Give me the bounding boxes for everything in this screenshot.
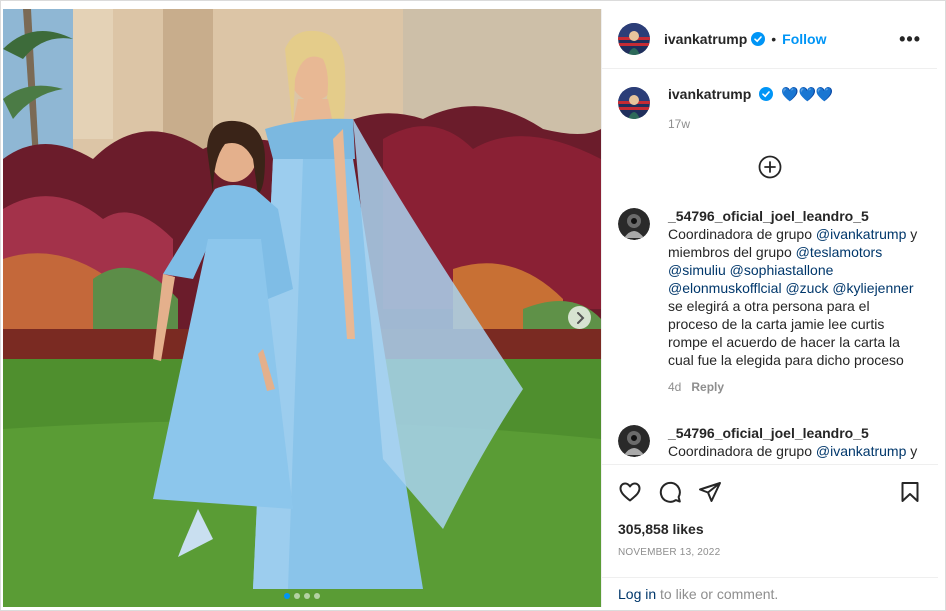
post-date: NOVEMBER 13, 2022: [618, 547, 721, 558]
paper-plane-icon[interactable]: [698, 480, 722, 504]
chevron-right-icon: [576, 311, 584, 324]
caption-text: 💙💙💙: [781, 86, 834, 102]
header-separator: •: [771, 30, 777, 47]
post-photo[interactable]: [3, 9, 601, 607]
mention-link[interactable]: @kyliejenner: [832, 280, 913, 296]
more-horizontal-icon[interactable]: •••: [899, 30, 921, 48]
avatar[interactable]: [618, 87, 650, 119]
avatar[interactable]: [618, 22, 650, 55]
header-username[interactable]: ivankatrump: [664, 31, 747, 47]
avatar[interactable]: [618, 208, 650, 240]
mention-link[interactable]: @ivankatrump: [816, 226, 906, 242]
mention-link[interactable]: @zuck: [785, 280, 828, 296]
heart-icon[interactable]: [618, 480, 642, 504]
comment-body: _54796_oficial_joel_leandro_5 Coordinador…: [668, 207, 922, 396]
comment-text-segment: Coordinadora de grupo: [668, 226, 816, 242]
comment-text: Coordinadora de grupo @ivankatrump y mie…: [668, 225, 922, 369]
post-caption: ivankatrump 💙💙💙 17w: [602, 70, 938, 131]
login-prompt: Log in to like or comment.: [602, 577, 938, 607]
avatar[interactable]: [618, 425, 650, 457]
follow-button[interactable]: Follow: [782, 31, 826, 47]
mention-link[interactable]: @teslamotors: [796, 461, 883, 463]
caption-body: ivankatrump 💙💙💙 17w: [668, 86, 833, 131]
bookmark-icon[interactable]: [898, 480, 922, 504]
comment-item: _54796_oficial_joel_leandro_5 Coordinador…: [602, 424, 938, 463]
carousel-dot: [304, 593, 310, 599]
reply-button[interactable]: Reply: [691, 380, 724, 394]
login-prompt-text: to like or comment.: [656, 586, 779, 602]
comment-text-segment: se elegirá a otra persona para el proces…: [668, 298, 904, 368]
mention-link[interactable]: @sophiastallone: [730, 262, 834, 278]
comment-thread: _54796_oficial_joel_leandro_5 Coordinador…: [602, 207, 938, 463]
mention-link[interactable]: @elonmuskofflcial: [668, 280, 782, 296]
caption-username[interactable]: ivankatrump: [668, 86, 751, 102]
mention-link[interactable]: @ivankatrump: [816, 443, 906, 459]
comment-body: _54796_oficial_joel_leandro_5 Coordinador…: [668, 424, 922, 463]
comment-text: Coordinadora de grupo @ivankatrump y mie…: [668, 442, 922, 463]
caption-timestamp[interactable]: 17w: [668, 117, 833, 131]
verified-badge-icon: [751, 31, 766, 46]
comment-icon[interactable]: [658, 480, 682, 504]
carousel-dot: [284, 593, 290, 599]
carousel-dot: [294, 593, 300, 599]
post-side-panel: ivankatrump • Follow ••• ivankatrump 💙💙💙…: [601, 9, 938, 607]
carousel-dot: [314, 593, 320, 599]
comment-text-segment: Coordinadora de grupo: [668, 443, 816, 459]
post-modal: ivankatrump • Follow ••• ivankatrump 💙💙💙…: [0, 0, 946, 611]
likes-count[interactable]: 305,858 likes: [618, 521, 922, 537]
carousel-indicator: [3, 593, 601, 599]
mention-link[interactable]: @simuliu: [668, 262, 726, 278]
verified-badge-icon: [759, 87, 774, 101]
comment-item: _54796_oficial_joel_leandro_5 Coordinador…: [602, 207, 938, 396]
photo-illustration: [3, 9, 601, 607]
circle-plus-icon[interactable]: [758, 155, 782, 179]
login-link[interactable]: Log in: [618, 586, 656, 602]
post-actions: 305,858 likes NOVEMBER 13, 2022: [602, 464, 938, 558]
mention-link[interactable]: @teslamotors: [796, 244, 883, 260]
action-icons: [618, 477, 922, 507]
next-slide-button[interactable]: [568, 306, 591, 329]
comment-username[interactable]: _54796_oficial_joel_leandro_5: [668, 207, 922, 225]
comment-timestamp[interactable]: 4d: [668, 380, 681, 394]
comment-username[interactable]: _54796_oficial_joel_leandro_5: [668, 424, 922, 442]
comments-list[interactable]: ivankatrump 💙💙💙 17w _54796_oficial_joel_…: [602, 70, 938, 463]
comment-meta: 4d Reply: [668, 378, 922, 396]
post-header: ivankatrump • Follow •••: [602, 9, 937, 69]
load-more-comments: [602, 155, 938, 179]
